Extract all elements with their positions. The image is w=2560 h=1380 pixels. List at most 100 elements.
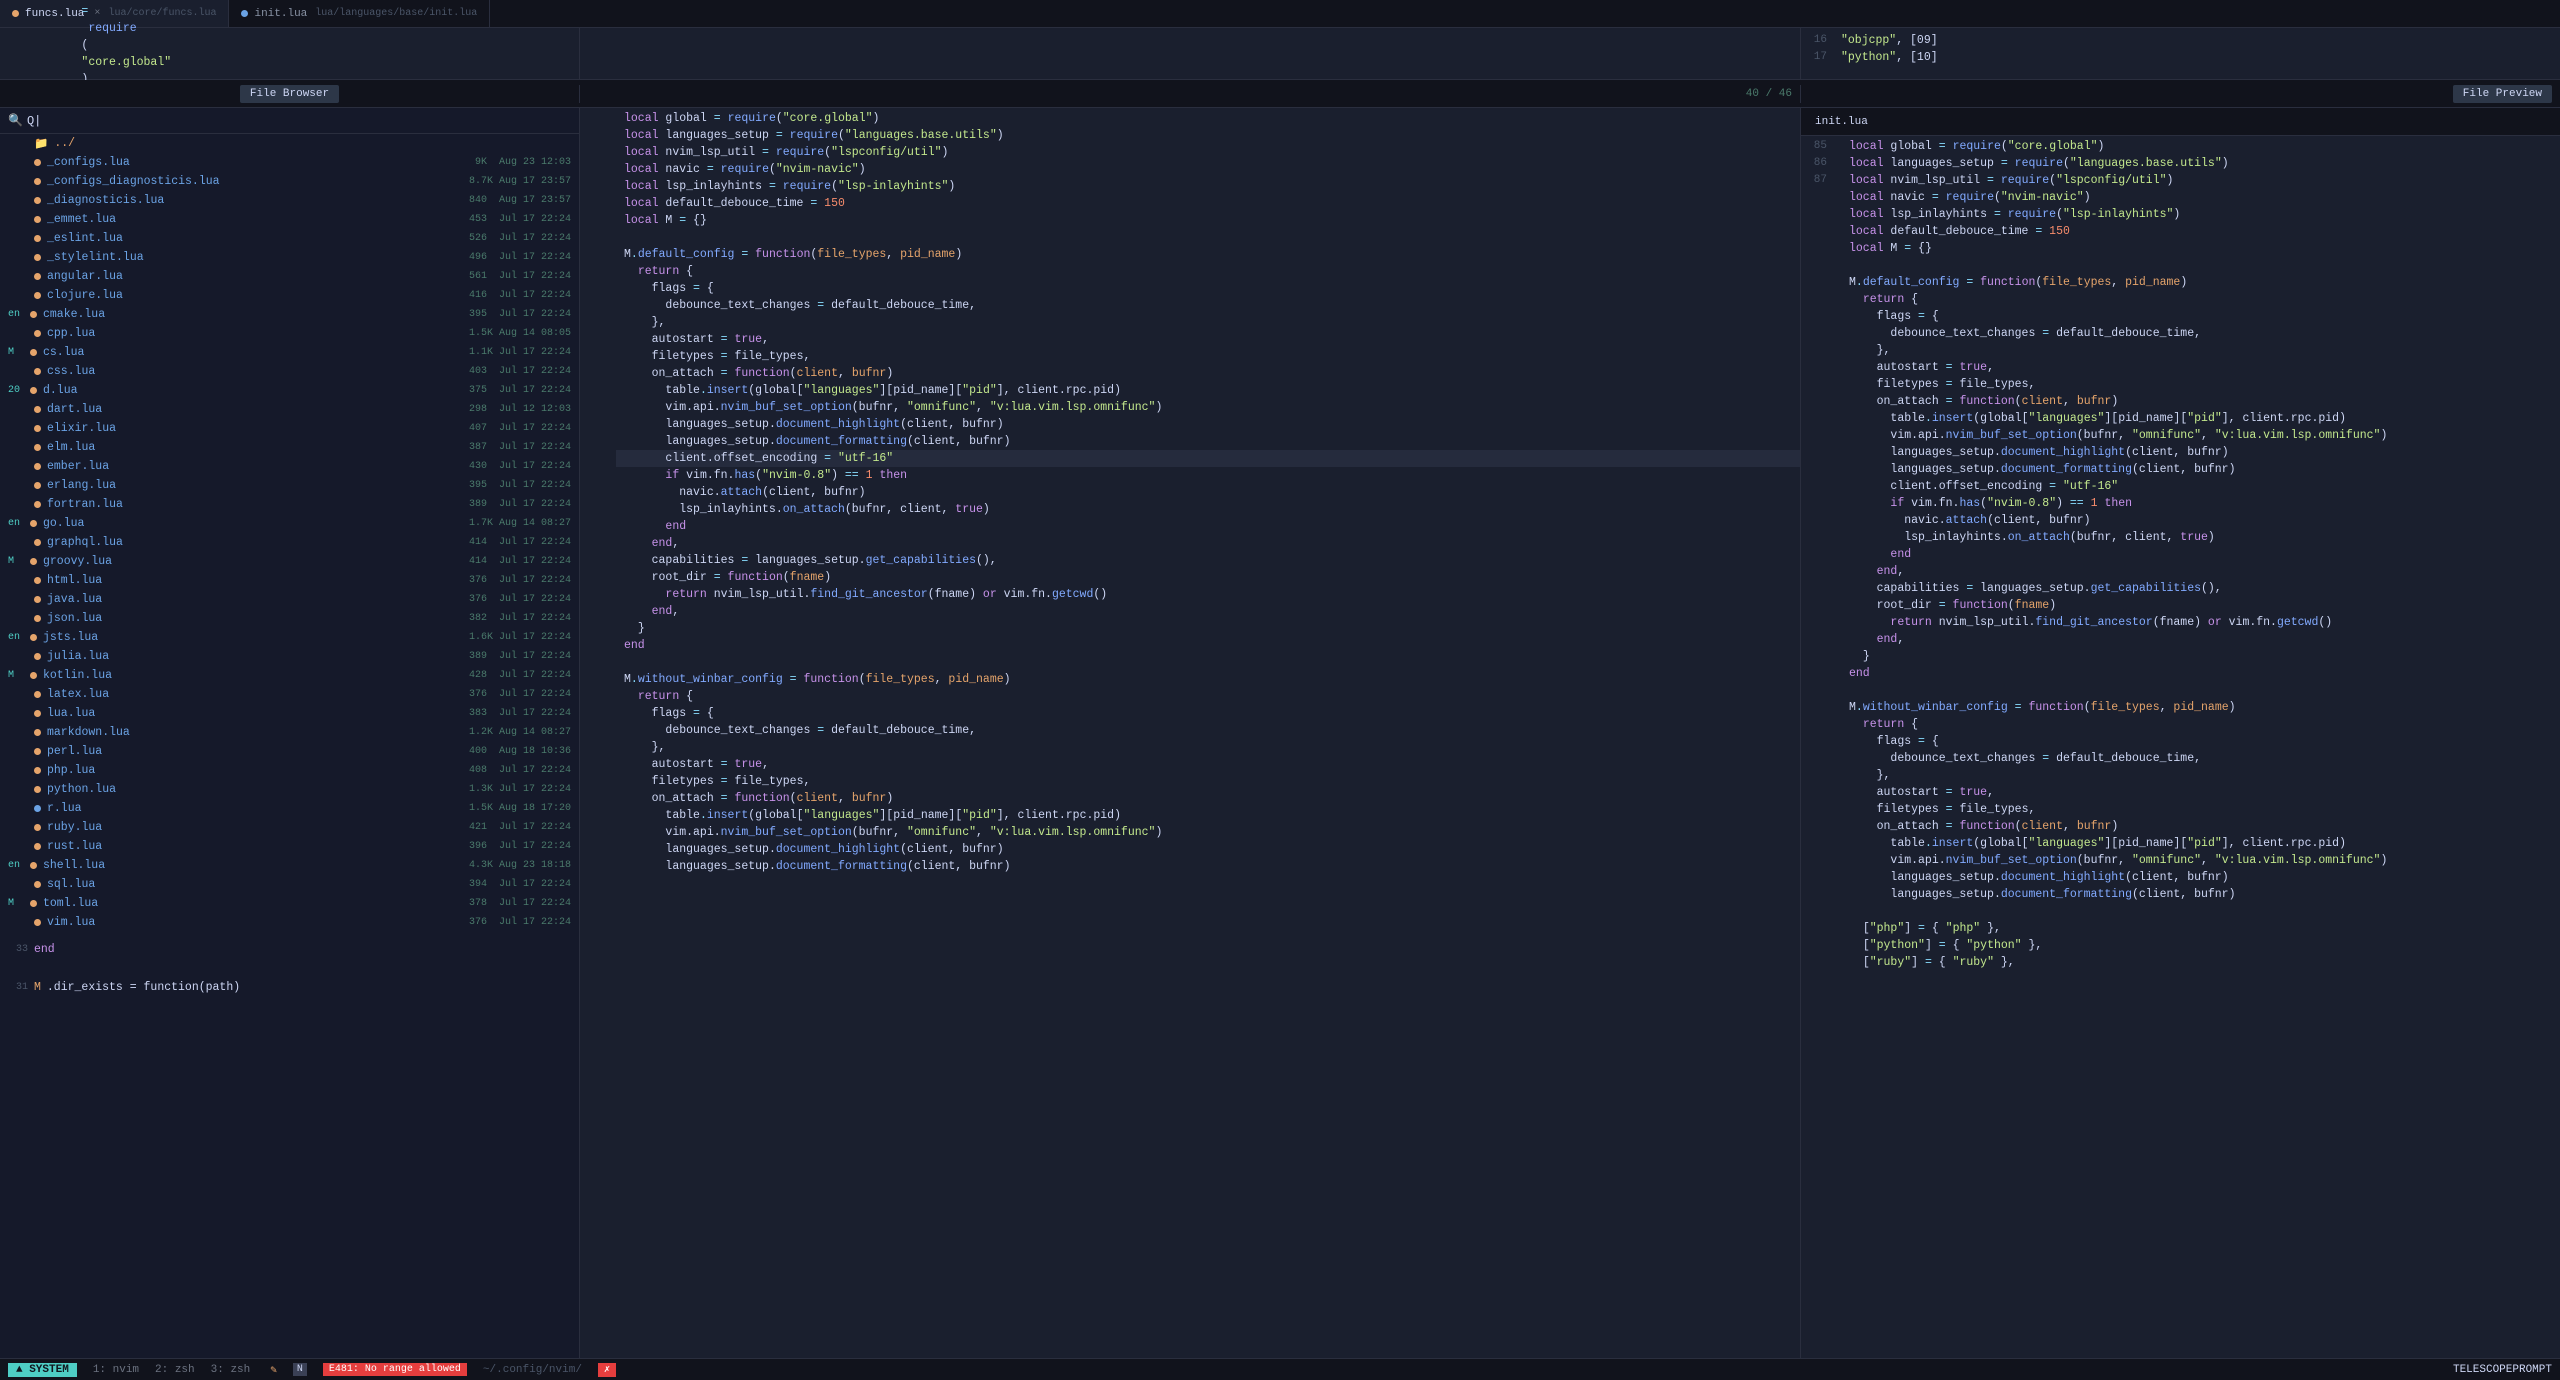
file-item-shell[interactable]: en shell.lua 4.3K Aug 23 18:18 — [0, 856, 579, 875]
code-1: local global = require("core.global") — [616, 110, 1800, 127]
file-dot-cs — [30, 349, 37, 356]
prev-31: } — [1841, 648, 2552, 665]
file-dot-clojure — [34, 292, 41, 299]
prev-45: languages_setup.document_formatting(clie… — [1841, 886, 2552, 903]
file-dot-php — [34, 767, 41, 774]
file-item-julia[interactable]: julia.lua 389 Jul 17 22:24 — [0, 647, 579, 666]
file-item-rust[interactable]: rust.lua 396 Jul 17 22:24 — [0, 837, 579, 856]
file-dot-r — [34, 805, 41, 812]
file-dot-ruby — [34, 824, 41, 831]
preview-top-code: "objcpp", [09] "python", [10] — [1833, 28, 2560, 79]
dir-icon: 📁 — [34, 136, 48, 151]
code-31: } — [616, 620, 1800, 637]
file-item-json[interactable]: json.lua 382 Jul 17 22:24 — [0, 609, 579, 628]
code-13: }, — [616, 314, 1800, 331]
preview-header: init.lua — [1801, 108, 2560, 136]
code-3: local nvim_lsp_util = require("lspconfig… — [616, 144, 1800, 161]
file-dot-cpp — [34, 330, 41, 337]
file-item-emmet[interactable]: _emmet.lua 453 Jul 17 22:24 — [0, 210, 579, 229]
file-item-r[interactable]: r.lua 1.5K Aug 18 17:20 — [0, 799, 579, 818]
code-27: capabilities = languages_setup.get_capab… — [616, 552, 1800, 569]
file-item-erlang[interactable]: erlang.lua 395 Jul 17 22:24 — [0, 476, 579, 495]
file-dot-eslint — [34, 235, 41, 242]
code-42: table.insert(global["languages"][pid_nam… — [616, 807, 1800, 824]
file-item-ember[interactable]: ember.lua 430 Jul 17 22:24 — [0, 457, 579, 476]
n-indicator: N — [293, 1363, 307, 1376]
file-item-clojure[interactable]: clojure.lua 416 Jul 17 22:24 — [0, 286, 579, 305]
file-dot-kotlin — [30, 672, 37, 679]
search-icon: 🔍 — [8, 113, 23, 128]
file-item-java[interactable]: java.lua 376 Jul 17 22:24 — [0, 590, 579, 609]
code-16: on_attach = function(client, bufnr) — [616, 365, 1800, 382]
code-15: filetypes = file_types, — [616, 348, 1800, 365]
bottom-line-end: 33 end — [0, 940, 579, 959]
file-item-configs-diag[interactable]: _configs_diagnosticis.lua 8.7K Aug 17 23… — [0, 172, 579, 191]
code-33 — [616, 654, 1800, 671]
file-item-toml[interactable]: M toml.lua 378 Jul 17 22:24 — [0, 894, 579, 913]
file-dot-sql — [34, 881, 41, 888]
toolbar-row: File Browser 40 / 46 File Preview — [0, 80, 2560, 108]
code-19: languages_setup.document_highlight(clien… — [616, 416, 1800, 433]
file-item-css[interactable]: css.lua 403 Jul 17 22:24 — [0, 362, 579, 381]
prev-85: ["php"] = { "php" }, — [1841, 920, 2552, 937]
file-item-angular[interactable]: angular.lua 561 Jul 17 22:24 — [0, 267, 579, 286]
file-item-html[interactable]: html.lua 376 Jul 17 22:24 — [0, 571, 579, 590]
code-28: root_dir = function(fname) — [616, 569, 1800, 586]
file-item-fortran[interactable]: fortran.lua 389 Jul 17 22:24 — [0, 495, 579, 514]
file-item-elm[interactable]: elm.lua 387 Jul 17 22:24 — [0, 438, 579, 457]
file-dot-rust — [34, 843, 41, 850]
file-item-groovy[interactable]: M groovy.lua 414 Jul 17 22:24 — [0, 552, 579, 571]
file-item-latex[interactable]: latex.lua 376 Jul 17 22:24 — [0, 685, 579, 704]
preview-top-line-nums: 16 17 — [1801, 28, 1833, 79]
file-dot-graphql — [34, 539, 41, 546]
op-eq: = — [81, 5, 88, 18]
main-content-area: 🔍 📁 ../ _configs.lua 9K Aug 23 12:03 — [0, 108, 2560, 1358]
file-item-configs[interactable]: _configs.lua 9K Aug 23 12:03 — [0, 153, 579, 172]
prev-9: M.default_config = function(file_types, … — [1841, 274, 2552, 291]
file-item-php[interactable]: php.lua 408 Jul 17 22:24 — [0, 761, 579, 780]
file-item-graphql[interactable]: graphql.lua 414 Jul 17 22:24 — [0, 533, 579, 552]
file-item-markdown[interactable]: markdown.lua 1.2K Aug 14 08:27 — [0, 723, 579, 742]
file-item-diagnosticis[interactable]: _diagnosticis.lua 840 Aug 17 23:57 — [0, 191, 579, 210]
prev-36: flags = { — [1841, 733, 2552, 750]
file-item-stylelint[interactable]: _stylelint.lua 496 Jul 17 22:24 — [0, 248, 579, 267]
file-item-ruby[interactable]: ruby.lua 421 Jul 17 22:24 — [0, 818, 579, 837]
file-item-cmake[interactable]: en cmake.lua 395 Jul 17 22:24 — [0, 305, 579, 324]
file-item-cs[interactable]: M cs.lua 1.1K Jul 17 22:24 — [0, 343, 579, 362]
code-18: vim.api.nvim_buf_set_option(bufnr, "omni… — [616, 399, 1800, 416]
preview-line-17: 17 — [1801, 49, 1827, 66]
code-22: if vim.fn.has("nvim-0.8") == 1 then — [616, 467, 1800, 484]
prev-2: local languages_setup = require("languag… — [1841, 155, 2552, 172]
search-input[interactable] — [27, 114, 571, 128]
prev-14: autostart = true, — [1841, 359, 2552, 376]
code-8 — [616, 229, 1800, 246]
prev-8 — [1841, 257, 2552, 274]
file-item-parent-dir[interactable]: 📁 ../ — [0, 134, 579, 153]
file-item-dart[interactable]: dart.lua 298 Jul 12 12:03 — [0, 400, 579, 419]
file-item-vim[interactable]: vim.lua 376 Jul 17 22:24 — [0, 913, 579, 932]
file-item-python[interactable]: python.lua 1.3K Jul 17 22:24 — [0, 780, 579, 799]
prev-35: return { — [1841, 716, 2552, 733]
code-44: languages_setup.document_highlight(clien… — [616, 841, 1800, 858]
err-badge: E481: No range allowed — [323, 1363, 467, 1376]
prev-16: on_attach = function(client, bufnr) — [1841, 393, 2552, 410]
file-item-elixir[interactable]: elixir.lua 407 Jul 17 22:24 — [0, 419, 579, 438]
file-item-go[interactable]: en go.lua 1.7K Aug 14 08:27 — [0, 514, 579, 533]
prev-24: lsp_inlayhints.on_attach(bufnr, client, … — [1841, 529, 2552, 546]
file-item-lua[interactable]: lua.lua 383 Jul 17 22:24 — [0, 704, 579, 723]
file-item-sql[interactable]: sql.lua 394 Jul 17 22:24 — [0, 875, 579, 894]
file-item-d[interactable]: 20 d.lua 375 Jul 17 22:24 — [0, 381, 579, 400]
prev-39: autostart = true, — [1841, 784, 2552, 801]
file-item-perl[interactable]: perl.lua 400 Aug 18 10:36 — [0, 742, 579, 761]
file-dot-python — [34, 786, 41, 793]
code-25: end — [616, 518, 1800, 535]
code-43: vim.api.nvim_buf_set_option(bufnr, "omni… — [616, 824, 1800, 841]
file-item-kotlin[interactable]: M kotlin.lua 428 Jul 17 22:24 — [0, 666, 579, 685]
file-dot-groovy — [30, 558, 37, 565]
file-item-cpp[interactable]: cpp.lua 1.5K Aug 14 08:05 — [0, 324, 579, 343]
file-item-eslint[interactable]: _eslint.lua 526 Jul 17 22:24 — [0, 229, 579, 248]
file-dot-jsts — [30, 634, 37, 641]
code-21: client.offset_encoding = "utf-16" — [616, 450, 1800, 467]
file-item-jsts[interactable]: en jsts.lua 1.6K Jul 17 22:24 — [0, 628, 579, 647]
file-preview-label: File Preview — [2453, 85, 2552, 103]
